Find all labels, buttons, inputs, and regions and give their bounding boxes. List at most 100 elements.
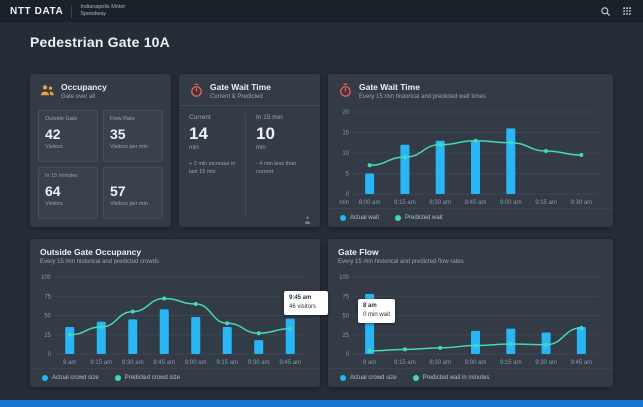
stat-value: 42 [45, 126, 61, 142]
stat-unit: Visitors [45, 144, 63, 150]
search-icon[interactable] [599, 5, 612, 18]
occupancy-title: Occupancy [61, 82, 107, 92]
predicted-value: 10 [256, 124, 275, 143]
occupancy-chart-tooltip: 9:45 am 46 visitors [284, 291, 328, 315]
gate-flow-tooltip: 8 am 0 min wait [358, 299, 396, 323]
predicted-unit: min [256, 145, 266, 151]
legend-label: Actual crowd size [350, 375, 397, 381]
ntt-data-logo: NTT DATA [10, 5, 64, 17]
svg-text:0: 0 [48, 352, 52, 358]
legend-item: Predicted wait in minutes [412, 375, 490, 381]
current-note: + 2 min increase in last 15 min [189, 161, 236, 176]
legend-dot-actual [340, 375, 346, 381]
wait-chart-subtitle: Every 15 min historical and predicted wa… [359, 94, 486, 101]
svg-text:50: 50 [342, 314, 349, 320]
svg-text:15: 15 [342, 131, 349, 137]
predicted-wait-block: In 15 min 10 min - 4 min less than curre… [245, 114, 312, 219]
current-value: 14 [189, 124, 208, 143]
tooltip-title: 8 am [363, 303, 377, 309]
wait-chart-title: Gate Wait Time [359, 82, 420, 92]
svg-text:75: 75 [342, 294, 349, 300]
legend-dot-predicted [395, 215, 402, 221]
legend-dot-actual [340, 215, 346, 221]
legend-dot-predicted [412, 375, 419, 381]
svg-text:9:15 am: 9:15 am [535, 200, 557, 206]
legend-item: Predicted wait [395, 215, 443, 221]
svg-text:8:15 am: 8:15 am [394, 200, 416, 206]
gate-wait-time-card: Gate Wait Time Current & Predicted Curre… [179, 74, 320, 227]
occupancy-stats: Outside Gate 42 Visitors Flow Rate 35 Vi… [38, 110, 163, 219]
svg-text:8:30 am: 8:30 am [429, 200, 451, 206]
occupancy-chart-subtitle: Every 15 min historical and predicted cr… [40, 259, 160, 266]
legend-label: Predicted crowd size [124, 375, 181, 381]
occupancy-chart[interactable]: 0 25 50 75 100 8 am 8:15 am 8:30 am 8:45 am 9:00 … [34, 271, 312, 367]
svg-text:100: 100 [41, 275, 52, 281]
timer-icon [189, 83, 204, 98]
stat-label: Flow Rate [110, 116, 135, 122]
gate-flow-legend: Actual crowd size Predicted wait in minu… [328, 368, 613, 387]
current-label: Current [189, 114, 211, 121]
occupancy-subtitle: Gate over all [61, 94, 96, 101]
svg-text:10: 10 [342, 151, 349, 157]
svg-text:50: 50 [44, 314, 51, 320]
gate-wait-time-chart-card: Gate Wait Time Every 15 min historical a… [328, 74, 613, 227]
stat-label [110, 173, 156, 180]
stat-label: In 15 minutes [45, 173, 79, 179]
svg-text:9:15 am: 9:15 am [216, 360, 238, 366]
svg-text:25: 25 [44, 333, 51, 339]
legend-label: Predicted wait [405, 215, 443, 221]
wait-card-title: Gate Wait Time [210, 82, 271, 92]
gate-flow-subtitle: Every 15 min historical and predicted fl… [338, 259, 464, 266]
occupancy-chart-title: Outside Gate Occupancy [40, 247, 142, 257]
stat-unit: Visitors per min [110, 201, 148, 207]
svg-text:9:15 am: 9:15 am [500, 360, 522, 366]
svg-text:8:30 am: 8:30 am [429, 360, 451, 366]
stat-unit: Visitors [45, 201, 63, 207]
topbar-divider [71, 4, 73, 18]
svg-text:0: 0 [346, 192, 350, 198]
svg-text:8 am: 8 am [63, 360, 76, 366]
wait-chart-legend: Actual wait Predicted wait [328, 208, 613, 227]
svg-text:9:45 am: 9:45 am [279, 360, 301, 366]
predicted-label: In 15 min [256, 114, 283, 121]
stat-tile-outside-gate: Outside Gate 42 Visitors [38, 110, 98, 162]
svg-text:9:45 am: 9:45 am [571, 360, 593, 366]
tooltip-text: 46 visitors [289, 304, 317, 310]
legend-label: Predicted wait in minutes [422, 375, 490, 381]
outside-gate-occupancy-card: Outside Gate Occupancy Every 15 min hist… [30, 239, 328, 387]
gate-flow-card: Gate Flow Every 15 min historical and pr… [328, 239, 613, 387]
stat-unit: Visitors per min [110, 144, 148, 150]
page-title: Pedestrian Gate 10A [30, 34, 170, 50]
org-line2: Speedway [80, 11, 106, 17]
svg-text:5: 5 [346, 172, 350, 178]
stat-label: Outside Gate [45, 116, 78, 122]
legend-item: Actual crowd size [42, 375, 99, 381]
svg-text:9:30 am: 9:30 am [248, 360, 270, 366]
current-wait-block: Current 14 min + 2 min increase in last … [189, 114, 245, 219]
topbar: NTT DATA Indianapolis Motor Speedway [0, 0, 643, 22]
current-unit: min [189, 145, 199, 151]
apps-grid-icon[interactable] [620, 5, 633, 18]
svg-text:8:00 am: 8:00 am [359, 200, 381, 206]
bottom-accent-bar [0, 400, 643, 407]
svg-text:20: 20 [342, 110, 349, 116]
legend-item: Actual wait [340, 215, 379, 221]
stat-tile-in-15-min-flow: 57 Visitors per min [103, 167, 163, 219]
svg-text:8:15 am: 8:15 am [90, 360, 112, 366]
wait-time-chart[interactable]: 0 5 10 15 20 min 8:00 am 8:15 am 8:30 am 8:45 am 9… [332, 106, 605, 207]
gate-flow-title: Gate Flow [338, 247, 379, 257]
svg-text:8 am: 8 am [363, 360, 376, 366]
svg-text:0: 0 [346, 352, 350, 358]
svg-text:9:00 am: 9:00 am [465, 360, 487, 366]
svg-text:8:45 am: 8:45 am [465, 200, 487, 206]
stat-value: 64 [45, 183, 61, 199]
legend-label: Actual crowd size [52, 375, 99, 381]
legend-item: Predicted crowd size [114, 375, 181, 381]
svg-text:75: 75 [44, 294, 51, 300]
predicted-note: - 4 min less than current [256, 161, 297, 176]
org-name: Indianapolis Motor Speedway [80, 4, 125, 18]
svg-text:100: 100 [339, 275, 350, 281]
legend-label: Actual wait [350, 215, 380, 221]
timer-icon [338, 83, 353, 98]
tooltip-text: 0 min wait [363, 312, 391, 318]
